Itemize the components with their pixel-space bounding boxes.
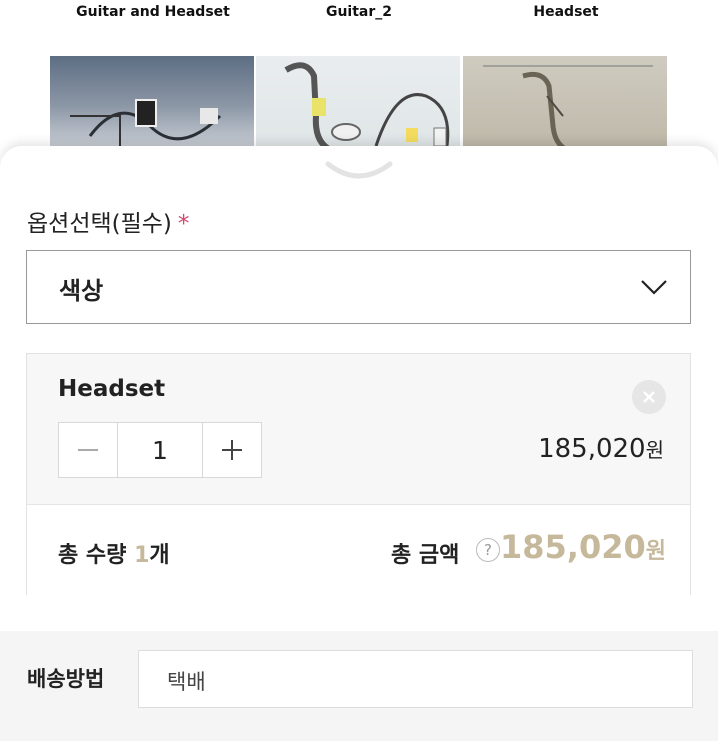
delivery-method-value: 택배: [167, 670, 206, 694]
thumbnail-headset[interactable]: [463, 56, 667, 156]
minus-icon: [78, 449, 98, 451]
item-price-currency: 원: [645, 438, 664, 462]
thumbnail-guitar-and-headset[interactable]: [50, 56, 254, 156]
selected-item-name: Headset: [58, 376, 166, 402]
product-thumbnails: Guitar and Headset Guitar_2 Headset: [0, 0, 718, 156]
total-quantity: 총 수량 1개: [58, 537, 170, 569]
thumbnail-label: Guitar_2: [325, 4, 393, 20]
order-summary: 총 수량 1개 총 금액 ? 185,020원: [27, 504, 690, 595]
increase-quantity-button[interactable]: [203, 423, 261, 477]
plus-icon: [222, 440, 242, 460]
color-option-select[interactable]: 색상: [26, 250, 691, 324]
total-quantity-unit: 개: [149, 543, 170, 568]
total-quantity-count: 1: [134, 543, 150, 568]
close-icon: [643, 391, 655, 403]
option-title-text: 옵션선택(필수): [27, 211, 172, 237]
delivery-method-label: 배송방법: [27, 667, 105, 691]
required-marker: *: [177, 211, 190, 237]
item-price-value: 185,020: [538, 434, 646, 464]
item-price: 185,020원: [538, 434, 664, 464]
decrease-quantity-button[interactable]: [59, 423, 117, 477]
help-icon[interactable]: ?: [476, 538, 500, 562]
remove-item-button[interactable]: [632, 380, 666, 414]
selected-item-box: Headset 1 185,020원 총 수량 1개 총 금액 ? 185,02…: [26, 353, 691, 595]
quantity-input[interactable]: 1: [117, 423, 203, 477]
chevron-down-icon: [641, 280, 667, 295]
total-amount-currency: 원: [645, 539, 666, 564]
total-amount-value: 185,020: [500, 528, 646, 566]
total-amount: 185,020원: [500, 528, 666, 566]
collapse-handle-icon[interactable]: [324, 158, 394, 184]
delivery-method-field[interactable]: 택배: [138, 650, 693, 708]
select-value: 색상: [59, 277, 104, 305]
option-bottom-sheet: 옵션선택(필수) * 색상 Headset 1 185,020원 총 수량 1개…: [0, 146, 718, 741]
option-section-title: 옵션선택(필수) *: [27, 204, 189, 238]
delivery-method-row: 배송방법 택배: [0, 631, 718, 741]
thumbnail-label: Headset: [533, 4, 599, 20]
total-amount-label: 총 금액: [391, 543, 460, 568]
thumbnail-label: Guitar and Headset: [76, 4, 230, 20]
quantity-stepper: 1: [58, 422, 262, 478]
total-quantity-label: 총 수량: [58, 543, 127, 568]
thumbnail-guitar-2[interactable]: [256, 56, 460, 156]
